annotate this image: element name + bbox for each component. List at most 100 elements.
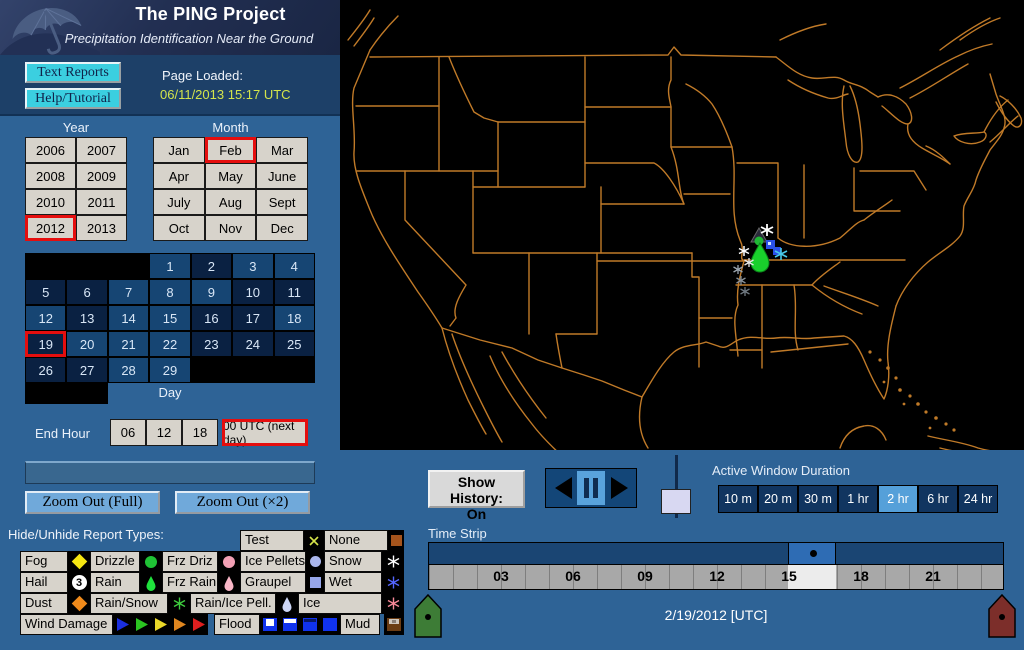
time-strip-hour-band[interactable]: 03 06 09 12 15 18 21 [428, 565, 1004, 590]
day-button[interactable]: 2 [190, 253, 233, 279]
month-button[interactable]: Aug [204, 189, 257, 215]
day-button[interactable]: 26 [25, 357, 67, 383]
day-button[interactable]: 7 [107, 279, 150, 305]
current-time-dot [810, 550, 817, 557]
end-hour-button[interactable]: 18 [182, 419, 218, 446]
day-button[interactable]: 3 [232, 253, 274, 279]
duration-button[interactable]: 1 hr [838, 485, 878, 513]
status-strip [25, 461, 315, 484]
day-button[interactable]: 9 [190, 279, 233, 305]
year-button[interactable]: 2008 [25, 163, 76, 189]
end-hour-button[interactable]: 12 [146, 419, 182, 446]
zoom-out-x2-button[interactable]: Zoom Out (×2) [175, 491, 310, 514]
text-reports-button[interactable]: Text Reports [25, 62, 121, 83]
month-button[interactable]: Sept [256, 189, 308, 215]
day-button[interactable]: 13 [66, 305, 108, 331]
day-button[interactable]: 17 [232, 305, 274, 331]
day-button[interactable]: 11 [273, 279, 315, 305]
report-toggle-test[interactable]: Test [240, 530, 304, 551]
report-toggle-fog[interactable]: Fog [20, 551, 68, 572]
step-back-button[interactable] [550, 477, 576, 499]
year-button[interactable]: 2010 [25, 189, 76, 215]
zoom-out-full-button[interactable]: Zoom Out (Full) [25, 491, 160, 514]
report-toggle-graupel[interactable]: Graupel [240, 572, 306, 593]
day-button[interactable]: 15 [149, 305, 191, 331]
end-hour-button-selected[interactable]: 00 UTC (next day) [222, 419, 308, 447]
month-button[interactable]: Mar [256, 137, 308, 163]
day-button[interactable]: 25 [273, 331, 315, 357]
report-toggle-flood[interactable]: Flood [214, 614, 260, 635]
help-tutorial-button[interactable]: Help/Tutorial [25, 88, 121, 109]
month-button[interactable]: Apr [153, 163, 205, 189]
duration-button[interactable]: 6 hr [918, 485, 958, 513]
report-toggle-snow[interactable]: Snow [324, 551, 382, 572]
day-button[interactable]: 5 [25, 279, 67, 305]
day-button-selected[interactable]: 19 [25, 331, 67, 357]
day-button[interactable]: 27 [66, 357, 108, 383]
report-row-4: Wind Damage Flood Mud [20, 614, 404, 635]
active-window-highlight[interactable] [788, 543, 836, 564]
report-toggle-wet-snow[interactable]: Wet Snow [324, 572, 382, 607]
report-toggle-ice-pellets[interactable]: Ice Pellets [240, 551, 306, 572]
report-toggle-frz-rain[interactable]: Frz Rain [162, 572, 218, 593]
month-button[interactable]: Dec [256, 215, 308, 241]
year-button[interactable]: 2006 [25, 137, 76, 163]
month-button[interactable]: Jan [153, 137, 205, 163]
day-button[interactable]: 6 [66, 279, 108, 305]
month-button[interactable]: Nov [204, 215, 257, 241]
day-button[interactable]: 22 [149, 331, 191, 357]
year-button[interactable]: 2007 [76, 137, 127, 163]
report-toggle-ice-pell-snow[interactable]: Ice Pell./Snow [298, 593, 382, 628]
report-toggle-hail[interactable]: Hail [20, 572, 68, 593]
month-button-selected[interactable]: Feb [204, 137, 257, 163]
snow-asterisk-white [738, 246, 750, 256]
day-button[interactable]: 8 [149, 279, 191, 305]
day-button[interactable]: 16 [190, 305, 233, 331]
year-section-label: Year [62, 120, 90, 135]
day-button[interactable]: 28 [107, 357, 150, 383]
report-toggle-rain[interactable]: Rain [90, 572, 140, 593]
day-button[interactable]: 24 [232, 331, 274, 357]
month-button[interactable]: Oct [153, 215, 205, 241]
report-toggle-rain-ice-pell[interactable]: Rain/Ice Pell. [190, 593, 276, 614]
pause-button[interactable] [577, 471, 605, 505]
rain-snow-diamond-icon [68, 593, 90, 614]
show-history-button[interactable]: Show History: On [428, 470, 525, 522]
day-button[interactable]: 1 [149, 253, 191, 279]
duration-button-selected[interactable]: 2 hr [878, 485, 918, 513]
step-forward-button[interactable] [606, 477, 632, 499]
year-button[interactable]: 2009 [76, 163, 127, 189]
duration-button[interactable]: 20 m [758, 485, 798, 513]
duration-button[interactable]: 10 m [718, 485, 758, 513]
day-button[interactable]: 20 [66, 331, 108, 357]
day-button[interactable]: 12 [25, 305, 67, 331]
day-button[interactable]: 29 [149, 357, 191, 383]
report-toggle-rain-snow[interactable]: Rain/Snow [90, 593, 168, 614]
report-toggle-dust[interactable]: Dust [20, 593, 68, 614]
year-button[interactable]: 2011 [76, 189, 127, 215]
report-toggle-mud[interactable]: Mud [340, 614, 380, 635]
day-button[interactable]: 14 [107, 305, 150, 331]
day-button[interactable]: 18 [273, 305, 315, 331]
day-button[interactable]: 4 [273, 253, 315, 279]
year-button-selected[interactable]: 2012 [25, 215, 76, 241]
us-precipitation-map[interactable] [340, 0, 1024, 459]
year-button[interactable]: 2013 [76, 215, 127, 241]
day-button[interactable]: 21 [107, 331, 150, 357]
month-button[interactable]: May [204, 163, 257, 189]
duration-button[interactable]: 30 m [798, 485, 838, 513]
duration-button[interactable]: 24 hr [958, 485, 998, 513]
report-toggle-none[interactable]: None [324, 530, 388, 551]
day-button[interactable]: 23 [190, 331, 233, 357]
end-hour-button[interactable]: 06 [110, 419, 146, 446]
day-button[interactable]: 10 [232, 279, 274, 305]
day-blank [66, 253, 108, 279]
month-button[interactable]: June [256, 163, 308, 189]
faded-asterisk-gray [736, 276, 746, 285]
speed-slider-handle[interactable] [661, 489, 691, 514]
report-toggle-wind-damage[interactable]: Wind Damage [20, 614, 113, 635]
report-toggle-drizzle[interactable]: Drizzle [90, 551, 140, 572]
time-strip-activity-band[interactable] [428, 542, 1004, 565]
report-toggle-frz-driz[interactable]: Frz Driz [162, 551, 218, 572]
month-button[interactable]: July [153, 189, 205, 215]
